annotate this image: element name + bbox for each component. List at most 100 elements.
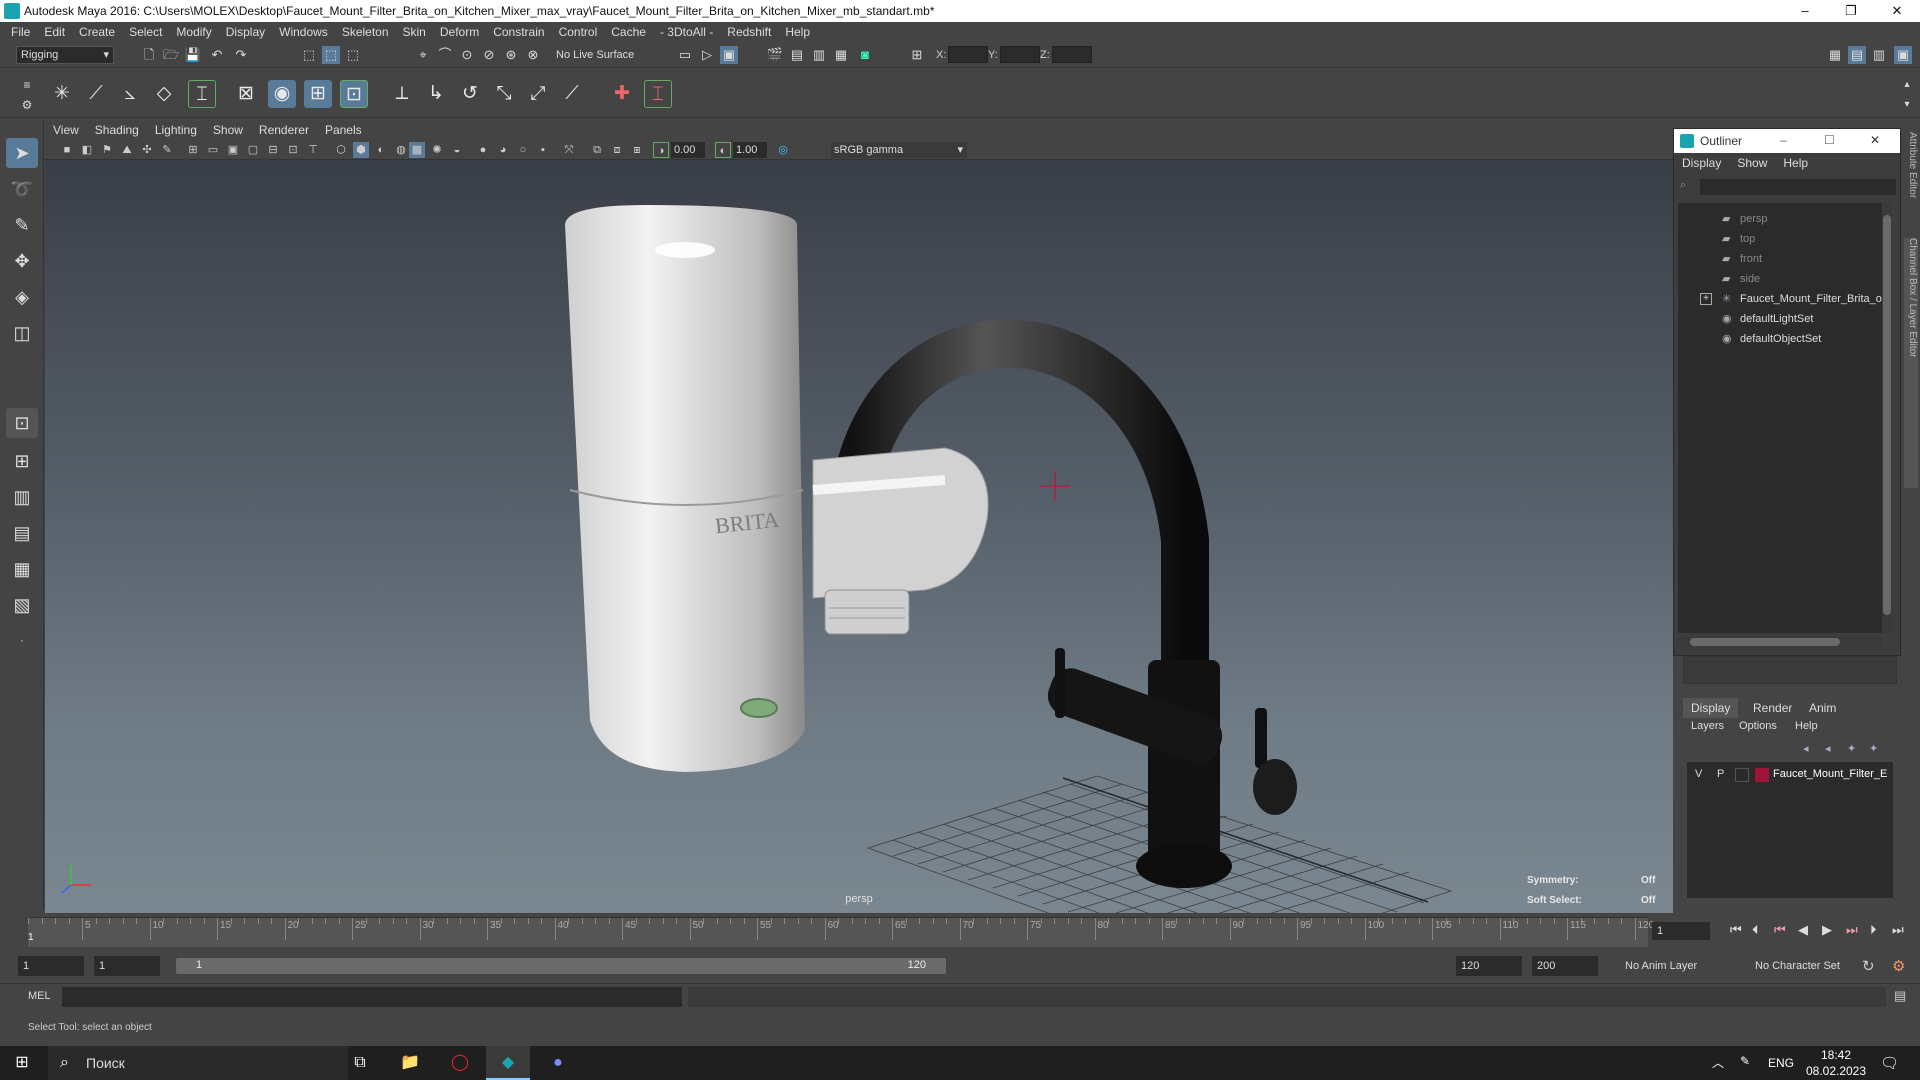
notifications-icon[interactable]: 🗨 [1880, 1054, 1899, 1072]
scale-constraint-icon[interactable]: ⤡ [490, 80, 518, 108]
smooth-shade-icon[interactable]: ⬢ [353, 142, 369, 158]
vp-menu-show[interactable]: Show [205, 123, 251, 137]
color-management-icon[interactable]: ◎ [775, 142, 791, 158]
tab-anim-layers[interactable]: Anim [1801, 698, 1844, 718]
history-icon[interactable]: ▭ [676, 46, 694, 64]
tab-display-layers[interactable]: Display [1683, 698, 1739, 718]
time-slider[interactable]: 5 10 15 20 25 30 35 40 45 50 55 60 65 70 75 80 85 90 95 100… [0, 913, 1920, 951]
lasso-tool-icon[interactable]: ➰ [6, 174, 38, 204]
snap-surface-icon[interactable]: ⊛ [502, 46, 520, 64]
shelf-settings-icon[interactable]: ⚙ [18, 96, 36, 114]
mirror-joint-icon[interactable]: ◇ [150, 80, 178, 108]
resolution-gate-icon[interactable]: ▣ [225, 142, 241, 158]
expand-icon[interactable]: + [1700, 293, 1712, 305]
render-view-icon[interactable]: ◙ [856, 46, 874, 64]
pen-icon[interactable]: ✎ [1740, 1054, 1750, 1068]
exposure-field[interactable]: 0.00 [671, 142, 705, 158]
paint-weights-icon[interactable]: ◉ [268, 80, 296, 108]
outliner-maximize-button[interactable]: ☐ [1824, 133, 1835, 147]
shelf-menu-icon[interactable]: ≡ [18, 76, 36, 94]
animation-start-field[interactable]: 1 [18, 956, 84, 976]
menu-redshift[interactable]: Redshift [720, 25, 778, 39]
cluster-icon[interactable]: ⊡ [340, 80, 368, 108]
layer-menu-options[interactable]: Options [1739, 720, 1777, 732]
outliner-item-side[interactable]: ▰ side [1678, 269, 1882, 289]
move-layer-down-icon[interactable]: ◂ [1825, 742, 1831, 755]
menu-skeleton[interactable]: Skeleton [335, 25, 396, 39]
two-d-pan-icon[interactable]: ✣ [139, 142, 155, 158]
layer-name[interactable]: Faucet_Mount_Filter_E [1773, 768, 1891, 780]
outliner-menu-help[interactable]: Help [1775, 156, 1816, 170]
orient-constraint-icon[interactable]: ↺ [456, 80, 484, 108]
clock-time[interactable]: 18:42 [1812, 1048, 1860, 1062]
playback-start-field[interactable]: 1 [94, 956, 160, 976]
layer-row[interactable]: V P Faucet_Mount_Filter_E [1687, 766, 1893, 784]
opera-icon[interactable]: ◯ [438, 1046, 482, 1080]
snap-grid-icon[interactable]: ⌖ [414, 46, 432, 64]
close-button[interactable]: ✕ [1874, 0, 1920, 22]
select-object-icon[interactable]: ⬚ [322, 46, 340, 64]
outliner-item-top[interactable]: ▰ top [1678, 229, 1882, 249]
vp-menu-view[interactable]: View [45, 123, 87, 137]
menu-display[interactable]: Display [219, 25, 272, 39]
show-hidden-icons[interactable]: ︿ [1712, 1054, 1724, 1071]
ik-handle-icon[interactable]: ⟋ [82, 80, 110, 108]
current-frame-field[interactable]: 1 [1652, 922, 1710, 940]
file-explorer-icon[interactable]: 📁 [388, 1046, 432, 1080]
side-by-side-icon[interactable]: ▥ [6, 482, 38, 512]
select-component-icon[interactable]: ⬚ [344, 46, 362, 64]
viewport-persp[interactable]: BRITA Symmetry: Off Soft Select: Off per… [45, 160, 1673, 913]
character-set-dropdown[interactable]: No Character Set [1750, 956, 1870, 976]
locator-icon[interactable]: ✚ [608, 80, 636, 108]
wireframe-icon[interactable]: ⬡ [333, 142, 349, 158]
ik-spline-icon[interactable]: ⦣ [116, 80, 144, 108]
command-language-label[interactable]: MEL [28, 990, 51, 1002]
x-field[interactable] [948, 46, 988, 63]
menu-file[interactable]: File [4, 25, 37, 39]
playback-end-field[interactable]: 120 [1456, 956, 1522, 976]
vp-menu-panels[interactable]: Panels [317, 123, 370, 137]
snap-plane-icon[interactable]: ⊗ [524, 46, 542, 64]
screen-space-ao-icon[interactable]: ● [475, 142, 491, 158]
move-layer-up-icon[interactable]: ◂ [1803, 742, 1809, 755]
shadows-icon[interactable]: ◒ [449, 142, 465, 158]
y-field[interactable] [1000, 46, 1040, 63]
undo-icon[interactable]: ↶ [208, 46, 226, 64]
time-slider-track[interactable]: 5 10 15 20 25 30 35 40 45 50 55 60 65 70 75 80 85 90 95 100… [28, 917, 1654, 947]
grid-toggle-icon[interactable]: ⊞ [185, 142, 201, 158]
orient-joint-icon[interactable]: ⌶ [188, 80, 216, 108]
prev-key-icon[interactable]: ⏮ [1774, 922, 1786, 938]
layer-color-swatch[interactable] [1755, 768, 1769, 782]
task-view-icon[interactable]: ⧉ [338, 1046, 382, 1080]
bookmark-icon[interactable]: ⚑ [99, 142, 115, 158]
menu-help[interactable]: Help [778, 25, 817, 39]
new-layer-selected-icon[interactable]: ✦ [1869, 742, 1878, 755]
hypershade-icon[interactable]: ▦ [832, 46, 850, 64]
taskbar-search[interactable]: ⌕ Поиск [48, 1046, 348, 1080]
filter-icon[interactable]: ⌕ [1680, 179, 1686, 192]
exposure-icon[interactable]: ◑ [653, 142, 669, 158]
xray-icon[interactable]: ⧉ [589, 142, 605, 158]
vp-menu-shading[interactable]: Shading [87, 123, 147, 137]
select-tool-icon[interactable]: ➤ [6, 138, 38, 168]
outliner-search-input[interactable] [1700, 179, 1896, 195]
safe-title-icon[interactable]: ⊤ [305, 142, 321, 158]
point-constraint-icon[interactable]: ↳ [422, 80, 450, 108]
shelf-scroll-down-icon[interactable]: ▾ [1898, 96, 1916, 114]
minimize-button[interactable]: – [1782, 0, 1828, 22]
layer-display-type[interactable] [1735, 768, 1749, 782]
tab-attribute-editor[interactable]: Attribute Editor [1904, 132, 1918, 198]
single-view-icon[interactable]: ⊡ [6, 408, 38, 438]
outliner-vscrollbar[interactable] [1882, 203, 1892, 633]
outliner-menu-show[interactable]: Show [1729, 156, 1775, 170]
snap-point-icon[interactable]: ⊙ [458, 46, 476, 64]
construction-history-icon[interactable]: ▣ [720, 46, 738, 64]
use-default-material-icon[interactable]: ◐ [373, 142, 389, 158]
ik-fk-icon[interactable]: ⌶ [644, 80, 672, 108]
shelf-scroll-up-icon[interactable]: ▴ [1898, 76, 1916, 94]
vp-menu-renderer[interactable]: Renderer [251, 123, 317, 137]
menu-skin[interactable]: Skin [396, 25, 433, 39]
outliner-item-light-set[interactable]: ◉ defaultLightSet [1678, 309, 1882, 329]
select-hierarchy-icon[interactable]: ⬚ [300, 46, 318, 64]
live-surface-label[interactable]: No Live Surface [556, 49, 634, 61]
